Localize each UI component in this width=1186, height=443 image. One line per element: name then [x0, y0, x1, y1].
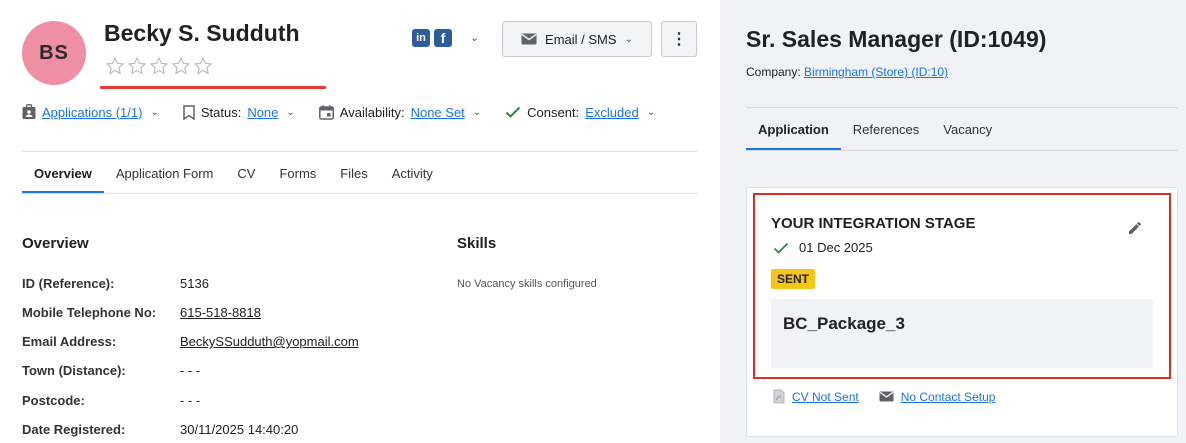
- field-label: Mobile Telephone No:: [22, 305, 157, 320]
- stage-footer-links: CV Not Sent No Contact Setup: [773, 389, 1015, 404]
- vacancy-tabs: Application References Vacancy: [746, 113, 1004, 151]
- applications-link[interactable]: Applications (1/1): [42, 105, 142, 120]
- field-value: 30/11/2025 14:40:20: [180, 422, 299, 437]
- overview-title: Overview: [22, 235, 89, 252]
- tab-references[interactable]: References: [841, 113, 931, 151]
- status-badge: SENT: [771, 269, 816, 289]
- pencil-icon[interactable]: [1127, 220, 1143, 236]
- tab-overview[interactable]: Overview: [22, 157, 104, 194]
- candidate-meta-bar: Applications (1/1) ⌄ Status: None ⌄ Avai…: [22, 104, 679, 120]
- chevron-down-icon: ⌄: [472, 106, 482, 118]
- document-icon: [773, 389, 785, 404]
- calendar-icon: [318, 104, 334, 120]
- chevron-down-icon: ⌄: [624, 33, 633, 45]
- email-sms-button[interactable]: Email / SMS ⌄: [502, 21, 652, 57]
- avatar: BS: [22, 21, 86, 85]
- chevron-down-icon: ⌄: [646, 106, 656, 118]
- mail-icon: [521, 33, 537, 45]
- tab-activity[interactable]: Activity: [380, 157, 445, 194]
- candidate-name: Becky S. Sudduth: [104, 20, 300, 46]
- tabs-divider: [746, 150, 1178, 151]
- more-actions-button[interactable]: ⋮: [661, 21, 697, 57]
- consent-value[interactable]: Excluded: [585, 105, 638, 120]
- field-value: 5136: [180, 276, 209, 291]
- tab-forms[interactable]: Forms: [267, 157, 328, 194]
- company-line: Company: Birmingham (Store) (ID:10): [746, 65, 948, 79]
- status-dropdown[interactable]: Status: None ⌄: [183, 105, 295, 120]
- stage-title: YOUR INTEGRATION STAGE: [771, 215, 976, 232]
- availability-value[interactable]: None Set: [411, 105, 465, 120]
- email-link[interactable]: BeckySSudduth@yopmail.com: [180, 334, 359, 349]
- briefcase-icon: [22, 104, 36, 119]
- tab-application[interactable]: Application: [746, 113, 841, 151]
- tab-cv[interactable]: CV: [225, 157, 267, 194]
- star-icon[interactable]: [193, 56, 213, 76]
- applications-dropdown[interactable]: Applications (1/1) ⌄: [22, 104, 159, 120]
- contact-status[interactable]: No Contact Setup: [879, 390, 996, 404]
- status-label: Status:: [200, 104, 242, 120]
- field-value: - - -: [180, 393, 201, 408]
- consent-label: Consent:: [527, 104, 580, 120]
- tab-files[interactable]: Files: [328, 157, 379, 194]
- check-icon: [505, 106, 521, 118]
- phone-link[interactable]: 615-518-8818: [180, 305, 261, 320]
- field-label: Town (Distance):: [22, 363, 126, 378]
- star-icon[interactable]: [105, 56, 125, 76]
- check-icon: [773, 242, 789, 254]
- tab-vacancy[interactable]: Vacancy: [931, 113, 1004, 151]
- package-name: BC_Package_3: [783, 314, 905, 333]
- skills-title: Skills: [457, 235, 497, 252]
- linkedin-icon[interactable]: in: [412, 29, 430, 47]
- availability-label: Availability:: [339, 104, 405, 120]
- company-link[interactable]: Birmingham (Store) (ID:10): [804, 65, 948, 79]
- highlight-underline: [100, 86, 326, 89]
- company-label: Company:: [746, 65, 801, 79]
- tabs-divider: [22, 193, 697, 194]
- social-links: in f: [412, 29, 452, 47]
- stage-date: 01 Dec 2025: [773, 240, 873, 255]
- no-contact-setup-link[interactable]: No Contact Setup: [901, 390, 996, 404]
- divider: [746, 107, 1178, 108]
- divider: [22, 151, 697, 152]
- facebook-icon[interactable]: f: [434, 29, 452, 47]
- chevron-down-icon: ⌄: [286, 106, 295, 118]
- tab-application-form[interactable]: Application Form: [104, 157, 226, 194]
- rating-stars[interactable]: [105, 56, 213, 76]
- candidate-tabs: Overview Application Form CV Forms Files…: [22, 157, 445, 194]
- field-value: - - -: [180, 363, 201, 378]
- mail-icon: [879, 391, 894, 402]
- consent-dropdown[interactable]: Consent: Excluded ⌄: [505, 105, 655, 120]
- field-label: Email Address:: [22, 334, 117, 349]
- cv-not-sent-link[interactable]: CV Not Sent: [792, 390, 859, 404]
- availability-dropdown[interactable]: Availability: None Set ⌄: [318, 104, 482, 120]
- field-label: Date Registered:: [22, 422, 126, 437]
- status-value[interactable]: None: [247, 105, 278, 120]
- star-icon[interactable]: [127, 56, 147, 76]
- chevron-down-icon[interactable]: ⌄: [470, 31, 479, 44]
- stage-date-text: 01 Dec 2025: [799, 240, 873, 255]
- vacancy-title: Sr. Sales Manager (ID:1049): [746, 26, 1047, 52]
- field-label: Postcode:: [22, 393, 85, 408]
- field-label: ID (Reference):: [22, 276, 115, 291]
- email-sms-label: Email / SMS: [545, 31, 617, 47]
- star-icon[interactable]: [171, 56, 191, 76]
- bookmark-icon: [183, 104, 195, 120]
- skills-empty-text: No Vacancy skills configured: [457, 278, 597, 290]
- star-icon[interactable]: [149, 56, 169, 76]
- chevron-down-icon: ⌄: [150, 106, 159, 118]
- cv-status[interactable]: CV Not Sent: [773, 389, 859, 404]
